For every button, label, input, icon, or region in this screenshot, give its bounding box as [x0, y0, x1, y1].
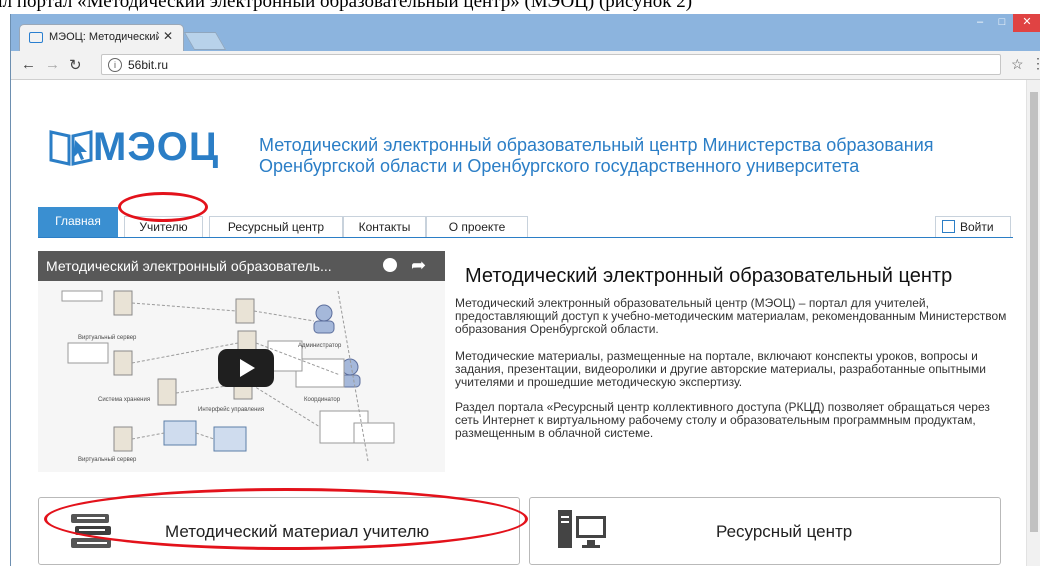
intro-paragraph-1: Методический электронный образовательный… — [455, 296, 1007, 336]
forward-icon[interactable]: → — [45, 56, 60, 73]
svg-text:Система хранения: Система хранения — [98, 397, 150, 403]
annotation-ellipse-teacher-tab — [118, 192, 208, 222]
watch-later-icon[interactable] — [383, 258, 397, 272]
vertical-scrollbar[interactable] — [1026, 80, 1040, 566]
login-icon — [942, 220, 955, 233]
window-controls: – □ ✕ — [969, 14, 1040, 32]
url-text: 56bit.ru — [128, 58, 169, 72]
browser-toolbar: ← → ↻ i 56bit.ru ☆ ⋮ — [11, 51, 1040, 80]
play-icon — [240, 359, 255, 377]
back-icon[interactable]: ← — [21, 56, 36, 73]
minimize-button[interactable]: – — [969, 14, 991, 32]
browser-window: МЭОЦ: Методический э ✕ – □ ✕ ← → ↻ i 56b… — [10, 14, 1040, 566]
video-title-bar: Методический электронный образователь...… — [38, 251, 445, 281]
intro-paragraph-2: Методические материалы, размещенные на п… — [455, 349, 987, 389]
card-resource-label: Ресурсный центр — [716, 522, 853, 541]
scrollbar-thumb[interactable] — [1030, 92, 1038, 532]
bookmark-star-icon[interactable]: ☆ — [1011, 56, 1024, 73]
info-icon[interactable]: i — [108, 58, 122, 72]
login-button[interactable]: Войти — [935, 216, 1011, 237]
logo-text: МЭОЦ — [93, 125, 220, 169]
content-heading: Методический электронный образовательный… — [465, 265, 953, 287]
nav-home[interactable]: Главная — [38, 207, 118, 237]
tab-close-icon[interactable]: ✕ — [163, 29, 173, 43]
intro-paragraph-3: Раздел портала «Ресурсный центр коллекти… — [455, 400, 990, 440]
play-button[interactable] — [218, 349, 274, 387]
site-title-line2: Оренбургской области и Оренбургского гос… — [259, 156, 860, 176]
share-icon[interactable]: ➦ — [411, 255, 426, 276]
nav-contacts[interactable]: Контакты — [343, 216, 426, 237]
new-tab-button[interactable] — [183, 32, 227, 50]
svg-text:Интерфейс управления: Интерфейс управления — [198, 406, 264, 413]
computer-icon — [558, 510, 606, 548]
maximize-button[interactable]: □ — [991, 14, 1013, 32]
svg-text:Координатор: Координатор — [304, 397, 341, 403]
browser-tab[interactable]: МЭОЦ: Методический э ✕ — [19, 24, 184, 51]
site-title-line1: Методический электронный образовательный… — [259, 135, 934, 155]
nav-resource-center[interactable]: Ресурсный центр — [209, 216, 343, 237]
address-bar[interactable]: i 56bit.ru — [101, 54, 1001, 75]
annotation-ellipse-teacher-card — [44, 488, 528, 550]
menu-kebab-icon[interactable]: ⋮ — [1031, 55, 1040, 72]
reload-icon[interactable]: ↻ — [69, 56, 82, 74]
video-embed[interactable]: Виртуальный сервер Система хранения Админ… — [38, 251, 445, 472]
title-bar: МЭОЦ: Методический э ✕ – □ ✕ — [11, 14, 1040, 51]
book-logo-icon — [49, 130, 93, 166]
video-title: Методический электронный образователь... — [46, 258, 332, 274]
svg-text:Виртуальный сервер: Виртуальный сервер — [78, 456, 137, 463]
nav-about[interactable]: О проекте — [426, 216, 528, 237]
site-title: Методический электронный образовательный… — [259, 135, 1019, 177]
login-label: Войти — [960, 220, 994, 234]
svg-text:Администратор: Администратор — [298, 343, 342, 349]
card-resource-center[interactable]: Ресурсный центр — [529, 497, 1001, 565]
svg-text:Виртуальный сервер: Виртуальный сервер — [78, 334, 137, 341]
favicon-icon — [29, 32, 43, 43]
document-caption-line: ал портал «Методический электронный обра… — [0, 0, 693, 12]
close-window-button[interactable]: ✕ — [1013, 14, 1040, 32]
tab-title: МЭОЦ: Методический э — [49, 31, 159, 43]
